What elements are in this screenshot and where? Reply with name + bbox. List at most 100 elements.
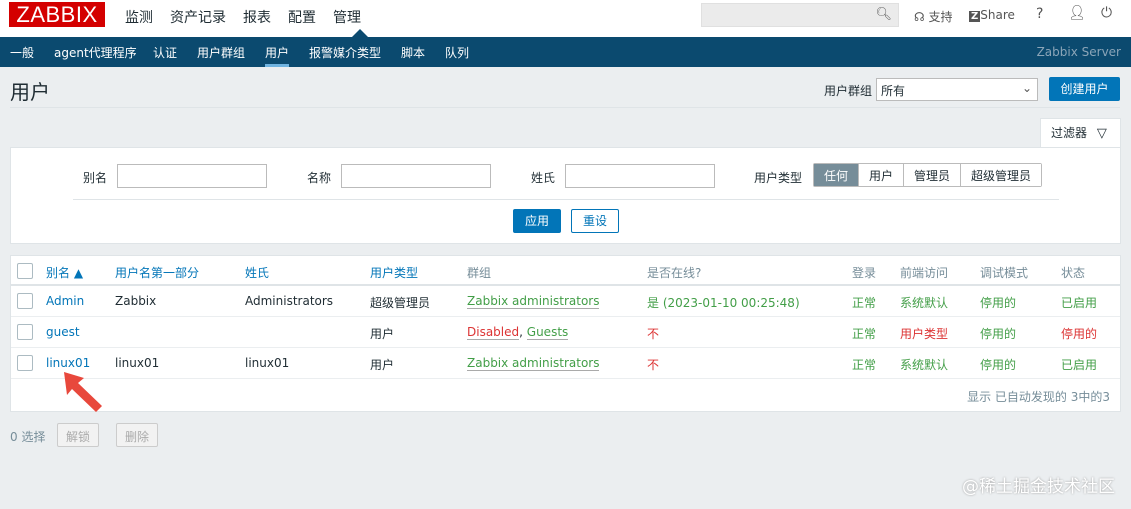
frontend-cell: 系统默认 [900, 296, 949, 310]
user-type-any[interactable]: 任何 [814, 164, 859, 186]
header-groups: 群组 [467, 266, 492, 280]
header-debug: 调试模式 [980, 266, 1029, 280]
user-type-label: 用户类型 [754, 171, 803, 185]
name-cell: Zabbix [115, 294, 157, 308]
user-type-segmented: 任何 用户 管理员 超级管理员 [813, 163, 1043, 187]
alias-input[interactable] [117, 164, 267, 188]
user-type-super-admin[interactable]: 超级管理员 [960, 164, 1042, 186]
menu-monitoring[interactable]: 监测 [125, 7, 153, 27]
row-checkbox[interactable] [17, 293, 33, 309]
online-cell: 不 [647, 327, 660, 341]
top-bar: ZABBIX 监测 资产记录 报表 配置 管理 🔍︎ ☊ 支持 Z Share ?… [0, 0, 1131, 37]
status-cell[interactable]: 已启用 [1061, 356, 1097, 373]
status-cell[interactable]: 停用的 [1061, 325, 1097, 342]
debug-cell: 停用的 [980, 327, 1017, 341]
support-link[interactable]: ☊ 支持 [914, 8, 953, 25]
header-online: 是否在线? [647, 266, 702, 280]
groups-cell: Disabled, Guests [467, 325, 569, 340]
name-cell: linux01 [115, 356, 160, 370]
debug-cell: 停用的 [980, 296, 1017, 310]
header-name[interactable]: 用户名第一部分 [115, 264, 199, 281]
login-cell: 正常 [852, 358, 877, 372]
surname-input[interactable] [565, 164, 715, 188]
unlock-button[interactable]: 解锁 [57, 423, 100, 447]
menu-reports[interactable]: 报表 [243, 7, 271, 27]
sign-out-icon[interactable]: ⏻ [1101, 5, 1112, 21]
share-label: Share [980, 8, 1015, 22]
table-row: Admin Zabbix Administrators 超级管理员 Zabbix… [11, 286, 1120, 317]
menu-configuration[interactable]: 配置 [288, 7, 316, 27]
online-cell: 不 [647, 358, 660, 372]
users-table: 别名 ▲ 用户名第一部分 姓氏 用户类型 群组 是否在线? 登录 前端访问 调试… [10, 255, 1121, 412]
create-user-button[interactable]: 创建用户 [1049, 77, 1120, 101]
watermark: @稀土掘金技术社区 [962, 477, 1115, 497]
row-checkbox[interactable] [17, 355, 33, 371]
header-login: 登录 [852, 266, 877, 280]
submenu-general[interactable]: 一般 [10, 44, 34, 61]
share-link[interactable]: Z Share [969, 8, 1015, 22]
group-link[interactable]: Zabbix administrators [467, 294, 600, 309]
submenu-queue[interactable]: 队列 [445, 44, 469, 61]
submenu-scripts[interactable]: 脚本 [401, 44, 425, 61]
group-link[interactable]: Zabbix administrators [467, 356, 600, 371]
table-row: linux01 linux01 linux01 用户 Zabbix admini… [11, 348, 1120, 379]
user-type-admin[interactable]: 管理员 [903, 164, 961, 186]
header-user-type[interactable]: 用户类型 [370, 264, 418, 281]
menu-inventory[interactable]: 资产记录 [170, 7, 226, 27]
submenu-proxies[interactable]: agent代理程序 [54, 44, 137, 61]
chevron-down-icon: ⌄ [1021, 81, 1032, 95]
support-label: 支持 [928, 10, 953, 24]
headset-icon: ☊ [914, 10, 925, 24]
user-type-user[interactable]: 用户 [858, 164, 904, 186]
main-menu: 监测 资产记录 报表 配置 管理 [125, 7, 378, 27]
alias-link[interactable]: Admin [46, 294, 84, 308]
search-input[interactable]: 🔍︎ [701, 3, 899, 27]
type-cell: 用户 [370, 358, 395, 372]
alias-link[interactable]: guest [46, 325, 80, 339]
row-checkbox[interactable] [17, 324, 33, 340]
sub-menu: 一般 agent代理程序 认证 用户群组 用户 报警媒介类型 脚本 队列 Zab… [0, 37, 1131, 67]
delete-button[interactable]: 删除 [116, 423, 159, 447]
zabbix-share-icon: Z [969, 11, 981, 22]
filter-divider [73, 199, 1059, 200]
submenu-users[interactable]: 用户 [265, 44, 290, 67]
group-link[interactable]: Disabled [467, 325, 520, 340]
apply-button[interactable]: 应用 [513, 209, 561, 233]
type-cell: 超级管理员 [370, 296, 431, 310]
header-surname[interactable]: 姓氏 [245, 264, 269, 281]
active-menu-caret [352, 29, 368, 37]
server-name: Zabbix Server [1036, 45, 1121, 59]
group-link[interactable]: Guests [526, 325, 569, 340]
user-group-select[interactable]: 所有 ⌄ [876, 78, 1038, 101]
type-cell: 用户 [370, 327, 395, 341]
surname-cell: linux01 [245, 356, 290, 370]
filter-panel: 别名 名称 姓氏 用户类型 应用 重设 [10, 147, 1121, 244]
table-footer-count: 显示 已自动发现的 3中的3 [967, 390, 1110, 404]
surname-cell: Administrators [245, 294, 334, 308]
help-icon[interactable]: ? [1036, 6, 1043, 22]
reset-button[interactable]: 重设 [571, 209, 619, 233]
user-group-label: 用户群组 [824, 84, 873, 98]
user-profile-icon[interactable]: 👤︎ [1068, 5, 1086, 21]
alias-label: 别名 [83, 171, 108, 185]
header-frontend: 前端访问 [900, 266, 949, 280]
filter-tab[interactable]: 过滤器 ▽ [1040, 118, 1121, 148]
name-label: 名称 [307, 171, 332, 185]
frontend-cell: 用户类型 [900, 327, 949, 341]
menu-administration[interactable]: 管理 [333, 7, 361, 27]
login-cell: 正常 [852, 296, 877, 310]
submenu-authentication[interactable]: 认证 [153, 44, 177, 61]
zabbix-logo[interactable]: ZABBIX [9, 2, 105, 27]
search-icon[interactable]: 🔍︎ [875, 7, 892, 22]
page-title: 用户 [10, 80, 50, 104]
header-alias[interactable]: 别名 ▲ [46, 264, 83, 281]
select-all-checkbox[interactable] [17, 263, 33, 279]
header-status: 状态 [1061, 266, 1086, 280]
online-cell: 是 (2023-01-10 00:25:48) [647, 296, 800, 310]
submenu-media-types[interactable]: 报警媒介类型 [309, 44, 381, 61]
name-input[interactable] [341, 164, 491, 188]
table-header: 别名 ▲ 用户名第一部分 姓氏 用户类型 群组 是否在线? 登录 前端访问 调试… [11, 256, 1120, 286]
debug-cell: 停用的 [980, 358, 1017, 372]
submenu-user-groups[interactable]: 用户群组 [197, 44, 245, 61]
status-cell[interactable]: 已启用 [1061, 294, 1097, 311]
